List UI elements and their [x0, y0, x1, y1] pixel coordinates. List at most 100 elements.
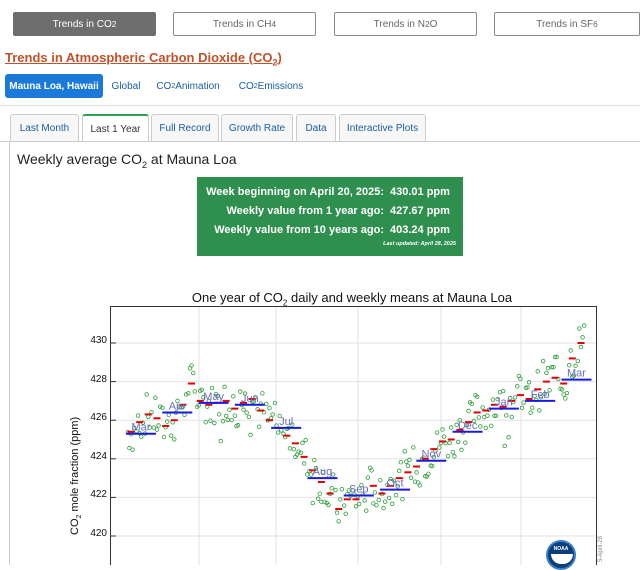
- y-axis-label-text: CO: [69, 518, 81, 536]
- daily-point: [338, 497, 343, 502]
- daily-point: [218, 438, 223, 444]
- chart-credit: 5-April-28: [598, 535, 604, 562]
- daily-point: [248, 432, 253, 438]
- heading-text: Weekly average CO: [17, 151, 143, 167]
- daily-point: [303, 437, 308, 443]
- page-title-post: ): [277, 50, 282, 65]
- daily-point: [279, 428, 284, 433]
- y-tick-label: 428: [90, 373, 107, 385]
- daily-point: [364, 508, 369, 513]
- gas-tabs: Trends in CO 2 Trends in CH 4 Trends in N2…: [13, 12, 640, 38]
- daily-point: [353, 504, 359, 509]
- daily-point: [537, 408, 542, 413]
- daily-point: [452, 454, 457, 459]
- chart-svg: Mar Apr May Jun Jul Aug Sep Oct Nov Dec Jan Feb Mar: [111, 307, 596, 565]
- daily-point: [506, 435, 511, 440]
- daily-point: [300, 440, 305, 446]
- daily-point: [386, 495, 392, 501]
- daily-point: [374, 503, 379, 508]
- daily-point: [463, 440, 468, 445]
- daily-point: [483, 425, 489, 431]
- daily-point: [381, 505, 386, 511]
- daily-point: [130, 447, 135, 452]
- daily-point: [291, 446, 297, 452]
- daily-point: [489, 423, 494, 429]
- daily-point: [544, 370, 549, 376]
- month-label: May: [203, 391, 224, 403]
- daily-point: [408, 475, 414, 481]
- noaa-logo: NOAA: [546, 540, 576, 570]
- daily-point: [564, 390, 570, 396]
- daily-point: [287, 446, 293, 451]
- pill-co2-animation[interactable]: CO 2 Animation: [152, 74, 224, 98]
- daily-point: [267, 405, 272, 411]
- tab-co2[interactable]: Trends in CO 2: [13, 12, 156, 36]
- daily-point: [577, 326, 582, 331]
- tab-last-1-year[interactable]: Last 1 Year: [82, 114, 149, 142]
- daily-point: [575, 358, 580, 364]
- y-tick-label: 422: [90, 489, 107, 501]
- daily-point: [209, 385, 215, 391]
- summary-label: Week beginning on April 20, 2025:: [206, 186, 384, 198]
- tab-full-record[interactable]: Full Record: [151, 114, 219, 141]
- daily-point: [502, 443, 507, 449]
- daily-point: [329, 485, 334, 491]
- y-axis-label-sub: 2: [76, 514, 84, 519]
- daily-point: [231, 394, 236, 399]
- tab-last-month[interactable]: Last Month: [10, 114, 79, 141]
- tab-label-post: O: [429, 18, 438, 30]
- pill-global[interactable]: Global: [107, 74, 145, 98]
- tab-data[interactable]: Data: [296, 114, 336, 141]
- pill-label: Mauna Loa, Hawaii: [9, 80, 99, 92]
- month-label: Jun: [241, 393, 259, 405]
- daily-point: [334, 510, 340, 515]
- daily-point: [485, 413, 490, 418]
- daily-point: [246, 414, 252, 420]
- daily-point: [216, 412, 222, 417]
- tab-interactive-plots[interactable]: Interactive Plots: [339, 114, 426, 141]
- tab-n2o[interactable]: Trends in N2O: [334, 12, 477, 36]
- daily-point: [244, 410, 249, 415]
- daily-point: [212, 420, 217, 426]
- daily-point: [398, 460, 404, 465]
- daily-point: [161, 434, 167, 440]
- summary-label: Weekly value from 10 years ago:: [214, 224, 384, 236]
- daily-point: [566, 363, 572, 368]
- y-axis-label-post: mole fraction (ppm): [69, 416, 81, 515]
- page-title[interactable]: Trends in Atmospheric Carbon Dioxide (CO…: [5, 50, 282, 68]
- y-tick-label: 424: [90, 450, 107, 462]
- daily-point: [232, 413, 238, 418]
- daily-point: [382, 499, 388, 504]
- daily-point: [400, 497, 405, 502]
- daily-point: [139, 434, 144, 439]
- daily-point: [504, 413, 509, 418]
- pill-co2-emissions[interactable]: CO 2 Emissions: [234, 74, 308, 98]
- tab-sf6[interactable]: Trends in SF 6: [494, 12, 640, 36]
- view-tabs: Last Month Last 1 Year Full Record Growt…: [0, 114, 640, 142]
- pill-mauna-loa[interactable]: Mauna Loa, Hawaii: [5, 74, 103, 98]
- section-heading: Weekly average CO2 at Mauna Loa: [17, 151, 237, 170]
- daily-point: [397, 468, 402, 474]
- y-axis-label: CO2 mole fraction (ppm): [69, 417, 83, 535]
- daily-point: [580, 335, 585, 340]
- daily-point: [166, 412, 172, 418]
- page-title-text: Trends in Atmospheric Carbon Dioxide (CO: [5, 50, 273, 65]
- daily-point: [434, 430, 440, 435]
- daily-point: [459, 447, 464, 453]
- daily-point: [417, 483, 422, 488]
- summary-value: 427.67 ppm: [390, 205, 450, 217]
- daily-point: [189, 363, 194, 368]
- daily-point: [447, 440, 452, 446]
- y-tick-label: 420: [90, 528, 107, 539]
- heading-post: at Mauna Loa: [147, 151, 237, 167]
- daily-point: [264, 401, 269, 407]
- daily-point: [530, 405, 535, 410]
- chart-title: One year of CO2 daily and weekly means a…: [0, 290, 640, 308]
- daily-point: [563, 396, 568, 401]
- daily-point: [372, 490, 378, 495]
- tab-growth-rate[interactable]: Growth Rate: [221, 114, 293, 141]
- daily-point: [227, 407, 232, 412]
- tab-ch4[interactable]: Trends in CH 4: [173, 12, 316, 36]
- daily-point: [512, 395, 518, 400]
- daily-point: [518, 376, 523, 382]
